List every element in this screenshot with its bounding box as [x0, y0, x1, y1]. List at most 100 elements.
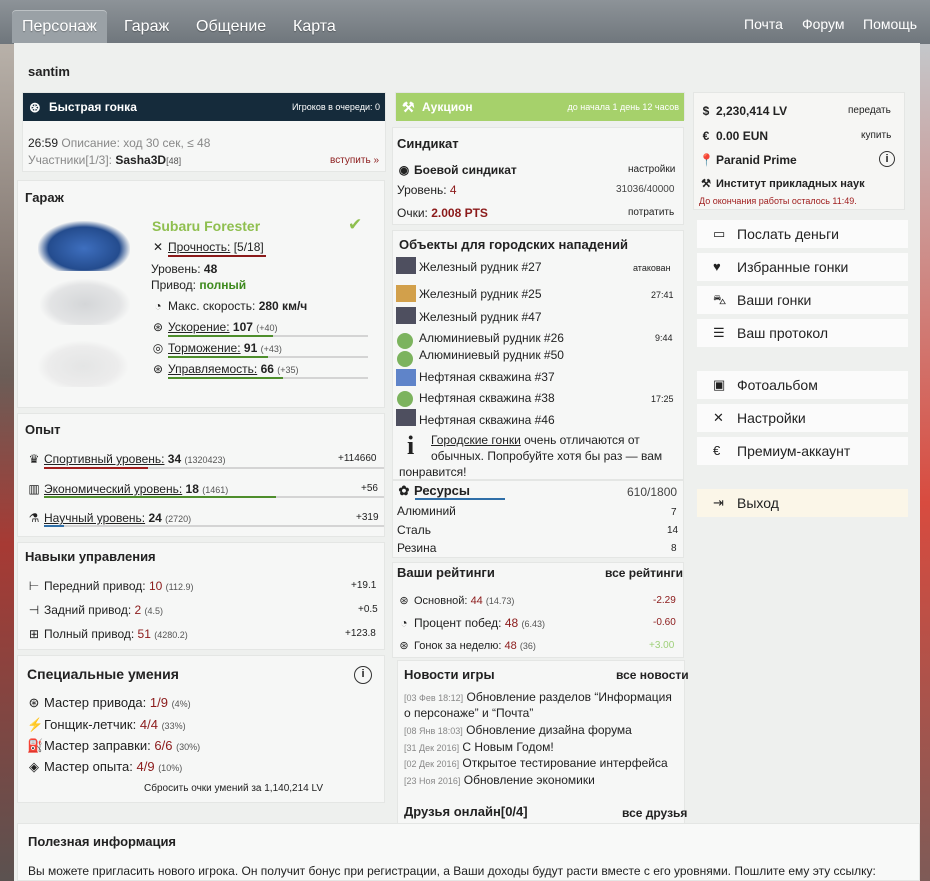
car-name[interactable]: Subaru Forester — [152, 218, 260, 234]
reset-skills-link[interactable]: Сбросить очки умений за 1,140,214 LV — [144, 783, 323, 794]
menu-your-races[interactable]: ⛍ Ваши гонки — [697, 286, 908, 314]
target-status: 27:41 — [651, 290, 674, 300]
skill-label: Передний привод: — [44, 579, 146, 593]
all-news-link[interactable]: все новости — [616, 668, 689, 682]
handling-value: 66 — [260, 362, 274, 376]
info-icon[interactable]: i — [879, 151, 895, 167]
news-panel: Новости игры все новости [03 Фев 18:12] … — [397, 660, 689, 828]
all-friends-link[interactable]: все друзья — [622, 806, 687, 820]
wrench-icon: ✕ — [152, 240, 164, 254]
menu-send-money[interactable]: ▭ Послать деньги — [697, 220, 908, 248]
document-icon: ☰ — [713, 325, 725, 340]
mail-link[interactable]: Почта — [744, 16, 783, 32]
exp-label[interactable]: Экономический уровень: — [44, 482, 182, 496]
info-icon: i — [407, 431, 415, 460]
syndicate-name[interactable]: Боевой синдикат — [414, 163, 517, 177]
menu-photo-album[interactable]: ▣ Фотоальбом — [697, 371, 908, 399]
news-link[interactable]: Обновление экономики — [464, 773, 595, 787]
news-link[interactable]: С Новым Годом! — [462, 740, 553, 754]
lightning-icon: ⚡ — [27, 717, 44, 732]
car-image-3[interactable] — [38, 341, 128, 387]
skill-delta: +0.5 — [358, 604, 378, 615]
brake-label[interactable]: Торможение: — [168, 341, 241, 355]
menu-your-protocol[interactable]: ☰ Ваш протокол — [697, 319, 908, 347]
quick-race-panel: ⊛ Быстрая гонка Игроков в очереди: 0 26:… — [22, 92, 386, 172]
skill-value: 51 — [137, 627, 151, 641]
tab-character[interactable]: Персонаж — [12, 10, 107, 43]
target-item[interactable]: Алюминиевый рудник #26 — [419, 331, 564, 345]
participants-label: Участники[1/3]: — [28, 153, 113, 167]
quick-race-header: ⊛ Быстрая гонка Игроков в очереди: 0 — [23, 93, 385, 121]
skill-delta: +19.1 — [351, 580, 377, 591]
target-item[interactable]: Железный рудник #25 — [419, 287, 542, 301]
skill-value: 2 — [134, 603, 142, 617]
tab-garage[interactable]: Гараж — [114, 10, 179, 43]
tab-map[interactable]: Карта — [283, 10, 346, 43]
euro-icon: € — [713, 443, 721, 458]
exp-bar-bg — [44, 525, 384, 527]
durability-value: [5/18] — [233, 240, 264, 254]
target-item[interactable]: Нефтяная скважина #37 — [419, 370, 555, 384]
resources-icon: ✿ — [398, 483, 410, 498]
menu-settings[interactable]: ✕ Настройки — [697, 404, 908, 432]
chart-icon: ▥ — [28, 482, 40, 496]
menu-favorite-races[interactable]: ♥ Избранные гонки — [697, 253, 908, 281]
rating-sub: (36) — [519, 641, 536, 651]
speedometer-icon: ◔ — [154, 299, 162, 313]
news-link[interactable]: Открытое тестирование интерфейса — [462, 756, 667, 770]
target-item[interactable]: Железный рудник #27 — [419, 260, 542, 274]
special-label: Мастер заправки: — [44, 738, 151, 753]
menu-exit[interactable]: ⇥ Выход — [697, 489, 908, 517]
news-link-cont[interactable]: о персонаже” и “Почта” — [404, 706, 533, 720]
flask-icon: ⚗ — [28, 511, 40, 525]
menu-premium[interactable]: € Премиум-аккаунт — [697, 437, 908, 465]
syndicate-settings-link[interactable]: настройки — [628, 164, 675, 175]
news-link[interactable]: Обновление дизайна форума — [466, 723, 632, 737]
spend-points-link[interactable]: потратить — [628, 207, 674, 218]
handling-label[interactable]: Управляемость: — [168, 362, 257, 376]
rating-value: 48 — [504, 640, 517, 652]
exp-value: 24 — [148, 511, 162, 525]
exp-label[interactable]: Научный уровень: — [44, 511, 145, 525]
all-ratings-link[interactable]: все рейтинги — [605, 566, 683, 580]
durability-label[interactable]: Прочность: — [168, 240, 230, 254]
flag-icon: ◉ — [398, 163, 410, 177]
info-icon[interactable]: i — [354, 666, 372, 684]
news-link[interactable]: Обновление разделов “Информация — [467, 690, 672, 704]
target-item[interactable]: Алюминиевый рудник #50 — [419, 348, 564, 362]
ratings-panel: Ваши рейтинги все рейтинги ⊛ Основной: 44… — [392, 562, 684, 658]
experience-panel: Опыт ♛ Спортивный уровень: 34 (1320423) +… — [17, 413, 385, 537]
menu-label: Послать деньги — [737, 226, 839, 242]
accel-label[interactable]: Ускорение: — [168, 320, 230, 334]
forum-link[interactable]: Форум — [802, 16, 845, 32]
current-car: Paranid Prime — [716, 153, 797, 167]
car-image-subaru[interactable] — [38, 221, 130, 271]
resources-title: Ресурсы — [414, 483, 470, 498]
steering-wheel-icon: ⊛ — [399, 595, 409, 607]
special-label: Мастер опыта: — [44, 759, 133, 774]
help-link[interactable]: Помощь — [863, 16, 917, 32]
participant-name[interactable]: Sasha3D — [115, 153, 166, 167]
target-item[interactable]: Нефтяная скважина #46 — [419, 413, 555, 427]
special-value: 4/9 — [136, 759, 155, 774]
auction-header[interactable]: ⚒ Аукцион до начала 1 день 12 часов — [396, 93, 684, 121]
skill-delta: +123.8 — [345, 628, 376, 639]
join-race-link[interactable]: вступить » — [330, 155, 379, 166]
car-image-2[interactable] — [40, 279, 130, 325]
rating-delta: -2.29 — [653, 595, 676, 606]
mine-icon — [396, 257, 416, 274]
brake-bar — [168, 356, 268, 358]
exp-label[interactable]: Спортивный уровень: — [44, 452, 164, 466]
tab-communication[interactable]: Общение — [186, 10, 276, 43]
city-races-link[interactable]: Городские гонки — [431, 433, 521, 447]
gavel-icon: ⚒ — [402, 99, 415, 115]
target-item[interactable]: Железный рудник #47 — [419, 310, 542, 324]
buy-link[interactable]: купить — [861, 130, 891, 141]
institute-name[interactable]: Институт прикладных наук — [716, 178, 865, 190]
resource-value: 14 — [667, 525, 679, 536]
skill-sub: (112.9) — [165, 582, 194, 592]
exp-sub: (2720) — [165, 514, 192, 524]
steering-wheel-icon: ⊛ — [152, 362, 164, 376]
transfer-link[interactable]: передать — [848, 105, 891, 116]
target-item[interactable]: Нефтяная скважина #38 — [419, 391, 555, 405]
